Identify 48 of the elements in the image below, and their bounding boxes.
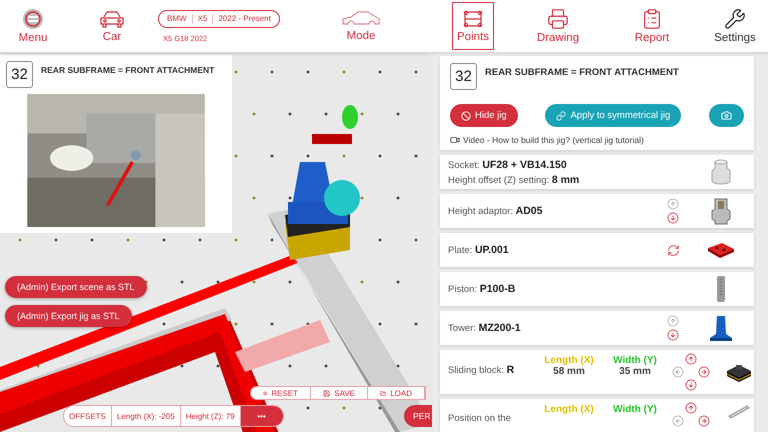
- car-button[interactable]: Car: [94, 2, 130, 50]
- point-number: 32: [450, 63, 477, 90]
- arrow-up-icon[interactable]: [684, 402, 696, 414]
- width-value: 35 mm: [618, 366, 652, 377]
- arrow-right-icon[interactable]: [698, 414, 710, 426]
- nav-tab[interactable]: Points: [452, 2, 494, 50]
- apply-symmetrical-button[interactable]: Apply to symmetrical jig: [545, 104, 682, 127]
- length-label: Length (X): [543, 355, 595, 366]
- video-icon: [450, 135, 460, 145]
- chassis-icon: [462, 9, 484, 29]
- arrow-down-icon[interactable]: [667, 329, 679, 341]
- nav-tab[interactable]: Report: [630, 2, 674, 50]
- menu-icon: [22, 8, 44, 30]
- vehicle-selector[interactable]: BMW X5 2022 - Present: [158, 10, 280, 28]
- mode-button[interactable]: Mode: [336, 2, 386, 50]
- width-label: Width (Y): [612, 355, 658, 366]
- printer-icon: [547, 8, 569, 30]
- point-title: REAR SUBFRAME = FRONT ATTACHMENT: [485, 66, 679, 78]
- part-label: Sliding block: R: [448, 363, 516, 376]
- video-link[interactable]: Video - How to build this jig? (vertical jig tutorial): [450, 135, 744, 145]
- rotate-icon[interactable]: [666, 244, 680, 256]
- part-label: Plate: UP.001: [448, 244, 510, 256]
- hide-jig-button[interactable]: Hide jig: [450, 104, 518, 127]
- camera-icon: [721, 110, 732, 121]
- settings-icon: [724, 8, 746, 30]
- camera-button[interactable]: [709, 104, 744, 127]
- part-label: Piston: P100-B: [448, 283, 516, 295]
- arrow-down-icon[interactable]: [667, 212, 679, 224]
- part-label: Tower: MZ200-1: [448, 322, 522, 334]
- length-label: Length (X): [543, 404, 595, 415]
- height-offset-label: Height offset (Z) setting: 8 mm: [448, 174, 580, 186]
- arrow-down-icon[interactable]: [684, 378, 696, 390]
- part-label: Position on the: [448, 412, 512, 424]
- rail-icon: [728, 405, 750, 419]
- menu-button[interactable]: Menu: [14, 2, 52, 50]
- clipboard-icon: [641, 8, 663, 30]
- part-label: Height adaptor: AD05: [448, 205, 544, 217]
- car-icon: [99, 9, 125, 29]
- arrow-right-icon[interactable]: [698, 366, 710, 378]
- nav-tab[interactable]: Settings: [709, 2, 761, 50]
- width-label: Width (Y): [612, 404, 658, 415]
- arrow-up-icon[interactable]: [684, 352, 696, 364]
- part-label: Socket: UF28 + VB14.150: [448, 158, 568, 170]
- length-value: 58 mm: [552, 366, 586, 377]
- piston-icon: [717, 276, 725, 302]
- link-icon: [556, 110, 566, 120]
- nav-tab[interactable]: Drawing: [532, 2, 584, 50]
- hide-icon: [461, 110, 471, 120]
